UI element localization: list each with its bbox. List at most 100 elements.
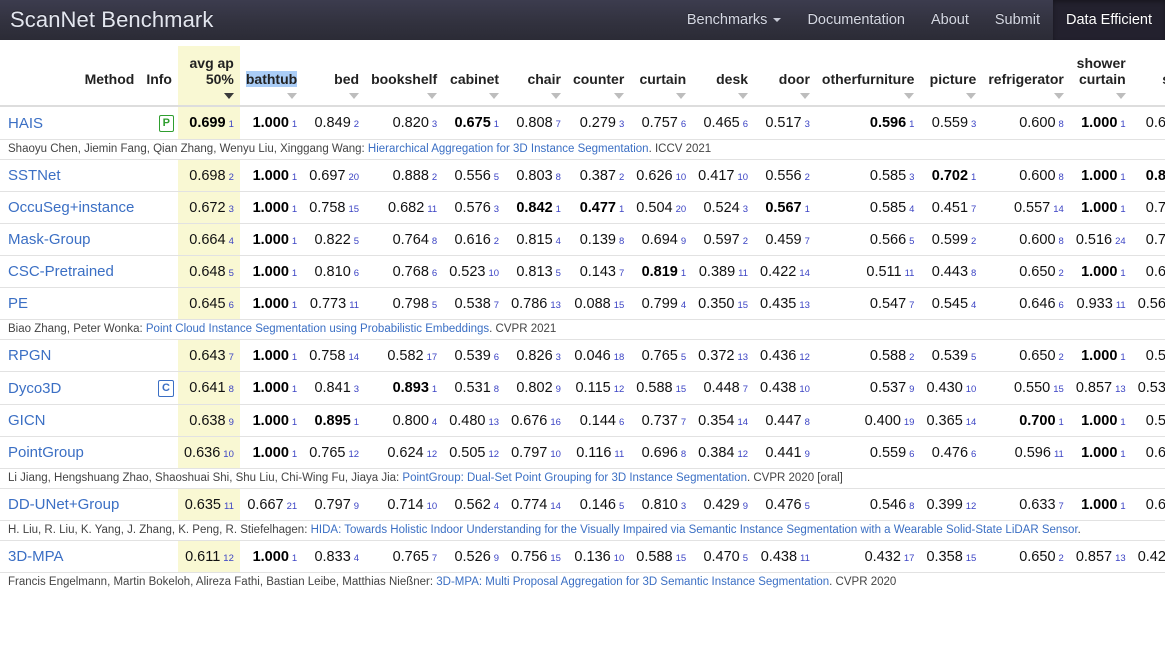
top-navigation-bar: ScanNet Benchmark Benchmarks Documentatio… [0, 0, 1165, 40]
metric-rank: 11 [1115, 299, 1126, 311]
metric-value: 0.429 [1137, 548, 1165, 565]
metric-cell: 0.538 7 [443, 287, 506, 320]
sort-descending-icon[interactable] [223, 93, 234, 100]
metric-value: 0.842 [516, 199, 553, 216]
column-header-door[interactable]: door [754, 46, 816, 108]
method-link[interactable]: GICN [8, 412, 46, 429]
column-header-avg-ap-50[interactable]: avg ap 50% [177, 46, 240, 108]
metric-cell: 0.633 7 [982, 488, 1070, 521]
metric-cell: 1.000 1 [1069, 255, 1132, 288]
method-link[interactable]: CSC-Pretrained [8, 263, 114, 280]
paper-badge[interactable]: P [158, 115, 174, 133]
nav-item-submit[interactable]: Submit [982, 0, 1053, 40]
column-header-chair[interactable]: chair [505, 46, 567, 108]
metric-cell-avg-ap-50: 0.641 8 [177, 371, 240, 405]
column-header-counter[interactable]: counter [566, 46, 631, 108]
column-header-shower-curtain[interactable]: shower curtain [1069, 46, 1132, 108]
metric-rank: 2 [228, 171, 234, 183]
column-header-bookshelf[interactable]: bookshelf [365, 46, 444, 108]
sort-descending-icon[interactable] [738, 93, 749, 100]
metric-value: 0.757 [641, 115, 678, 132]
metric-cell-avg-ap-50: 0.664 4 [177, 223, 240, 256]
metric-rank: 16 [550, 416, 561, 428]
citation-title-link[interactable]: HIDA: Towards Holistic Indoor Understand… [311, 524, 1078, 536]
metric-rank: 6 [228, 299, 234, 311]
nav-item-data-efficient[interactable]: Data Efficient [1053, 0, 1165, 40]
citation-cell: Li Jiang, Hengshuang Zhao, Shaoshuai Shi… [0, 468, 1165, 489]
metric-cell: 0.465 6 [692, 105, 755, 140]
info-cell [140, 255, 178, 288]
column-header-refrigerator[interactable]: refrigerator [982, 46, 1070, 108]
metric-rank: 19 [903, 416, 915, 428]
sort-descending-icon[interactable] [489, 93, 500, 100]
metric-cell: 0.517 3 [754, 105, 816, 140]
sort-descending-icon[interactable] [799, 93, 810, 100]
metric-cell: 0.819 1 [630, 255, 693, 288]
benchmark-table-scroll-region[interactable]: Method Info avg ap 50% bathtub bed bookshelf c… [0, 40, 1165, 667]
method-link[interactable]: 3D-MPA [8, 548, 64, 565]
metric-cell: 1.000 1 [239, 371, 304, 405]
nav-item-benchmarks[interactable]: Benchmarks [674, 0, 795, 40]
metric-cell: 1.000 1 [239, 159, 304, 192]
method-link[interactable]: HAIS [8, 115, 43, 132]
citation-title-link[interactable]: Hierarchical Aggregation for 3D Instance… [368, 143, 649, 155]
metric-value: 0.696 [641, 444, 678, 461]
site-brand-link[interactable]: ScanNet Benchmark [0, 0, 226, 40]
metric-cell: 0.774 14 [505, 488, 567, 521]
metric-cell: 0.387 2 [566, 159, 631, 192]
sort-descending-icon[interactable] [904, 93, 915, 100]
method-link[interactable]: Dyco3D [8, 380, 61, 397]
column-header-method[interactable]: Method [0, 46, 141, 108]
citation-title-link[interactable]: Point Cloud Instance Segmentation using … [146, 323, 489, 335]
column-header-info[interactable]: Info [140, 46, 178, 108]
metric-cell-avg-ap-50: 0.648 5 [177, 255, 240, 288]
code-badge[interactable]: C [158, 380, 174, 398]
metric-cell: 0.504 20 [630, 191, 693, 224]
column-header-otherfurniture[interactable]: otherfurniture [815, 46, 921, 108]
nav-item-about[interactable]: About [918, 0, 982, 40]
column-header-label: picture [929, 70, 977, 87]
sort-descending-icon[interactable] [1115, 93, 1126, 100]
metric-rank: 1 [291, 552, 298, 564]
sort-descending-icon[interactable] [550, 93, 561, 100]
sort-descending-icon[interactable] [427, 93, 438, 100]
sort-descending-icon[interactable] [349, 93, 360, 100]
citation-cell: Shaoyu Chen, Jiemin Fang, Qian Zhang, We… [0, 139, 1165, 160]
metric-value: 0.451 [931, 199, 969, 216]
method-link[interactable]: Mask-Group [8, 231, 91, 248]
metric-value: 0.765 [641, 347, 678, 364]
metric-cell: 0.764 8 [365, 223, 444, 256]
method-link[interactable]: PointGroup [8, 444, 84, 461]
metric-cell: 1.000 1 [1069, 191, 1132, 224]
metric-rank: 7 [680, 416, 687, 428]
method-link[interactable]: OccuSeg+instance [8, 199, 134, 216]
column-header-cabinet[interactable]: cabinet [443, 46, 506, 108]
column-header-bathtub[interactable]: bathtub [239, 46, 304, 108]
method-link[interactable]: RPGN [8, 347, 51, 364]
column-header-bed[interactable]: bed [303, 46, 366, 108]
metric-cell: 0.596 11 [982, 436, 1070, 469]
citation-title-link[interactable]: 3D-MPA: Multi Proposal Aggregation for 3… [436, 576, 829, 588]
metric-rank: 3 [909, 171, 915, 183]
sort-descending-icon[interactable] [614, 93, 625, 100]
metric-cell: 0.046 18 [566, 339, 631, 372]
column-header-si[interactable]: si [1131, 46, 1165, 108]
method-link[interactable]: DD-UNet+Group [8, 496, 119, 513]
method-link[interactable]: SSTNet [8, 167, 61, 184]
sort-descending-icon[interactable] [1053, 93, 1064, 100]
table-header-row: Method Info avg ap 50% bathtub bed bookshelf c… [0, 46, 1165, 108]
metric-rank: 1 [291, 171, 298, 183]
sort-descending-icon[interactable] [966, 93, 977, 100]
citation-title-link[interactable]: PointGroup: Dual-Set Point Grouping for … [402, 472, 747, 484]
column-header-curtain[interactable]: curtain [630, 46, 693, 108]
nav-item-documentation[interactable]: Documentation [794, 0, 918, 40]
metric-value: 0.417 [698, 167, 735, 184]
column-header-picture[interactable]: picture [920, 46, 983, 108]
sort-descending-icon[interactable] [676, 93, 687, 100]
sort-descending-icon[interactable] [287, 93, 298, 100]
metric-rank: 11 [349, 299, 360, 311]
column-header-label: Method [84, 70, 135, 87]
column-header-desk[interactable]: desk [692, 46, 755, 108]
method-link[interactable]: PE [8, 295, 28, 312]
metric-value: 0.698 [189, 167, 226, 184]
